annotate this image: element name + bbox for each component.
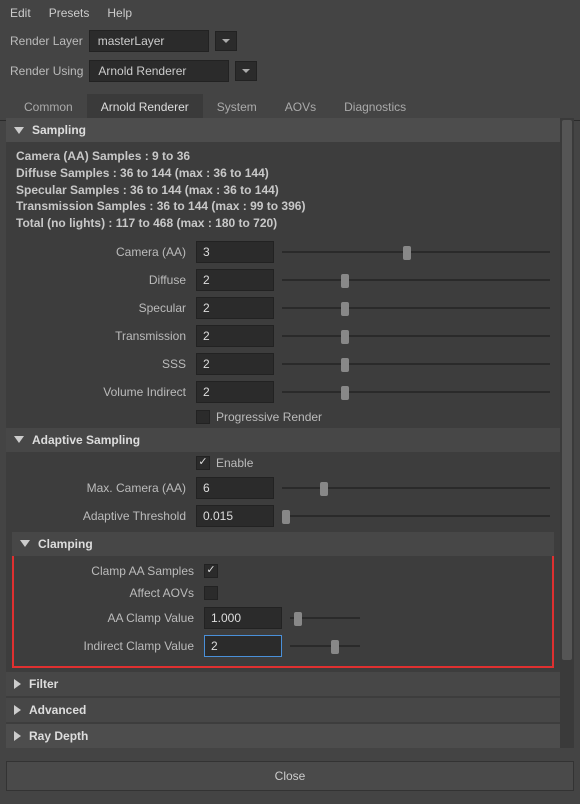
volume-indirect-label: Volume Indirect bbox=[6, 385, 196, 399]
specular-label: Specular bbox=[6, 301, 196, 315]
info-line: Total (no lights) : 117 to 468 (max : 18… bbox=[16, 215, 550, 232]
menu-help[interactable]: Help bbox=[107, 6, 132, 20]
adaptive-threshold-label: Adaptive Threshold bbox=[6, 509, 196, 523]
diffuse-slider[interactable] bbox=[282, 272, 550, 288]
section-adaptive-title: Adaptive Sampling bbox=[32, 433, 140, 447]
sss-label: SSS bbox=[6, 357, 196, 371]
render-layer-dropdown[interactable]: masterLayer bbox=[89, 30, 209, 52]
render-using-dropdown[interactable]: Arnold Renderer bbox=[89, 60, 229, 82]
info-line: Camera (AA) Samples : 9 to 36 bbox=[16, 148, 550, 165]
section-filter[interactable]: Filter bbox=[6, 672, 560, 696]
adaptive-enable-checkbox[interactable] bbox=[196, 456, 210, 470]
tab-aovs[interactable]: AOVs bbox=[271, 94, 330, 120]
tab-system[interactable]: System bbox=[203, 94, 271, 120]
specular-input[interactable] bbox=[196, 297, 274, 319]
clamping-highlight: Clamping Clamp AA Samples Affect AOVs AA… bbox=[12, 532, 554, 668]
aa-clamp-value-slider[interactable] bbox=[290, 610, 360, 626]
tab-diagnostics[interactable]: Diagnostics bbox=[330, 94, 420, 120]
info-line: Transmission Samples : 36 to 144 (max : … bbox=[16, 198, 550, 215]
volume-indirect-slider[interactable] bbox=[282, 384, 550, 400]
indirect-clamp-value-slider[interactable] bbox=[290, 638, 360, 654]
scrollbar-thumb[interactable] bbox=[562, 120, 572, 660]
section-clamping-title: Clamping bbox=[38, 537, 93, 551]
render-layer-dropdown-btn[interactable] bbox=[215, 31, 237, 51]
info-line: Specular Samples : 36 to 144 (max : 36 t… bbox=[16, 182, 550, 199]
section-clamping[interactable]: Clamping bbox=[12, 532, 554, 556]
sss-input[interactable] bbox=[196, 353, 274, 375]
menu-edit[interactable]: Edit bbox=[10, 6, 31, 20]
progressive-render-checkbox[interactable] bbox=[196, 410, 210, 424]
chevron-down-icon bbox=[14, 127, 24, 134]
section-advanced[interactable]: Advanced bbox=[6, 698, 560, 722]
diffuse-input[interactable] bbox=[196, 269, 274, 291]
chevron-down-icon bbox=[14, 436, 24, 443]
camera-aa-slider[interactable] bbox=[282, 244, 550, 260]
chevron-right-icon bbox=[14, 679, 21, 689]
clamp-aa-samples-label: Clamp AA Samples bbox=[14, 564, 204, 578]
diffuse-label: Diffuse bbox=[6, 273, 196, 287]
transmission-label: Transmission bbox=[6, 329, 196, 343]
render-using-dropdown-btn[interactable] bbox=[235, 61, 257, 81]
section-adaptive-sampling[interactable]: Adaptive Sampling bbox=[6, 428, 560, 452]
adaptive-enable-label: Enable bbox=[216, 456, 253, 470]
tab-arnold-renderer[interactable]: Arnold Renderer bbox=[87, 94, 203, 120]
scrollbar[interactable] bbox=[560, 118, 574, 748]
section-filter-title: Filter bbox=[29, 677, 58, 691]
max-camera-aa-label: Max. Camera (AA) bbox=[6, 481, 196, 495]
indirect-clamp-value-input[interactable] bbox=[204, 635, 282, 657]
progressive-render-label: Progressive Render bbox=[216, 410, 322, 424]
section-sampling[interactable]: Sampling bbox=[6, 118, 560, 142]
tab-common[interactable]: Common bbox=[10, 94, 87, 120]
section-sampling-title: Sampling bbox=[32, 123, 86, 137]
transmission-input[interactable] bbox=[196, 325, 274, 347]
camera-aa-label: Camera (AA) bbox=[6, 245, 196, 259]
affect-aovs-checkbox[interactable] bbox=[204, 586, 218, 600]
chevron-down-icon bbox=[20, 540, 30, 547]
render-layer-label: Render Layer bbox=[10, 34, 83, 48]
section-ray-depth[interactable]: Ray Depth bbox=[6, 724, 560, 748]
affect-aovs-label: Affect AOVs bbox=[14, 586, 204, 600]
clamp-aa-samples-checkbox[interactable] bbox=[204, 564, 218, 578]
adaptive-threshold-slider[interactable] bbox=[282, 508, 550, 524]
sss-slider[interactable] bbox=[282, 356, 550, 372]
max-camera-aa-input[interactable] bbox=[196, 477, 274, 499]
section-ray-depth-title: Ray Depth bbox=[29, 729, 88, 743]
info-line: Diffuse Samples : 36 to 144 (max : 36 to… bbox=[16, 165, 550, 182]
chevron-right-icon bbox=[14, 705, 21, 715]
adaptive-threshold-input[interactable] bbox=[196, 505, 274, 527]
aa-clamp-value-label: AA Clamp Value bbox=[14, 611, 204, 625]
indirect-clamp-value-label: Indirect Clamp Value bbox=[14, 639, 204, 653]
menu-presets[interactable]: Presets bbox=[49, 6, 90, 20]
max-camera-aa-slider[interactable] bbox=[282, 480, 550, 496]
section-advanced-title: Advanced bbox=[29, 703, 86, 717]
transmission-slider[interactable] bbox=[282, 328, 550, 344]
volume-indirect-input[interactable] bbox=[196, 381, 274, 403]
sampling-info: Camera (AA) Samples : 9 to 36 Diffuse Sa… bbox=[6, 142, 560, 238]
camera-aa-input[interactable] bbox=[196, 241, 274, 263]
aa-clamp-value-input[interactable] bbox=[204, 607, 282, 629]
chevron-right-icon bbox=[14, 731, 21, 741]
specular-slider[interactable] bbox=[282, 300, 550, 316]
close-button[interactable]: Close bbox=[6, 761, 574, 791]
render-using-label: Render Using bbox=[10, 64, 83, 78]
